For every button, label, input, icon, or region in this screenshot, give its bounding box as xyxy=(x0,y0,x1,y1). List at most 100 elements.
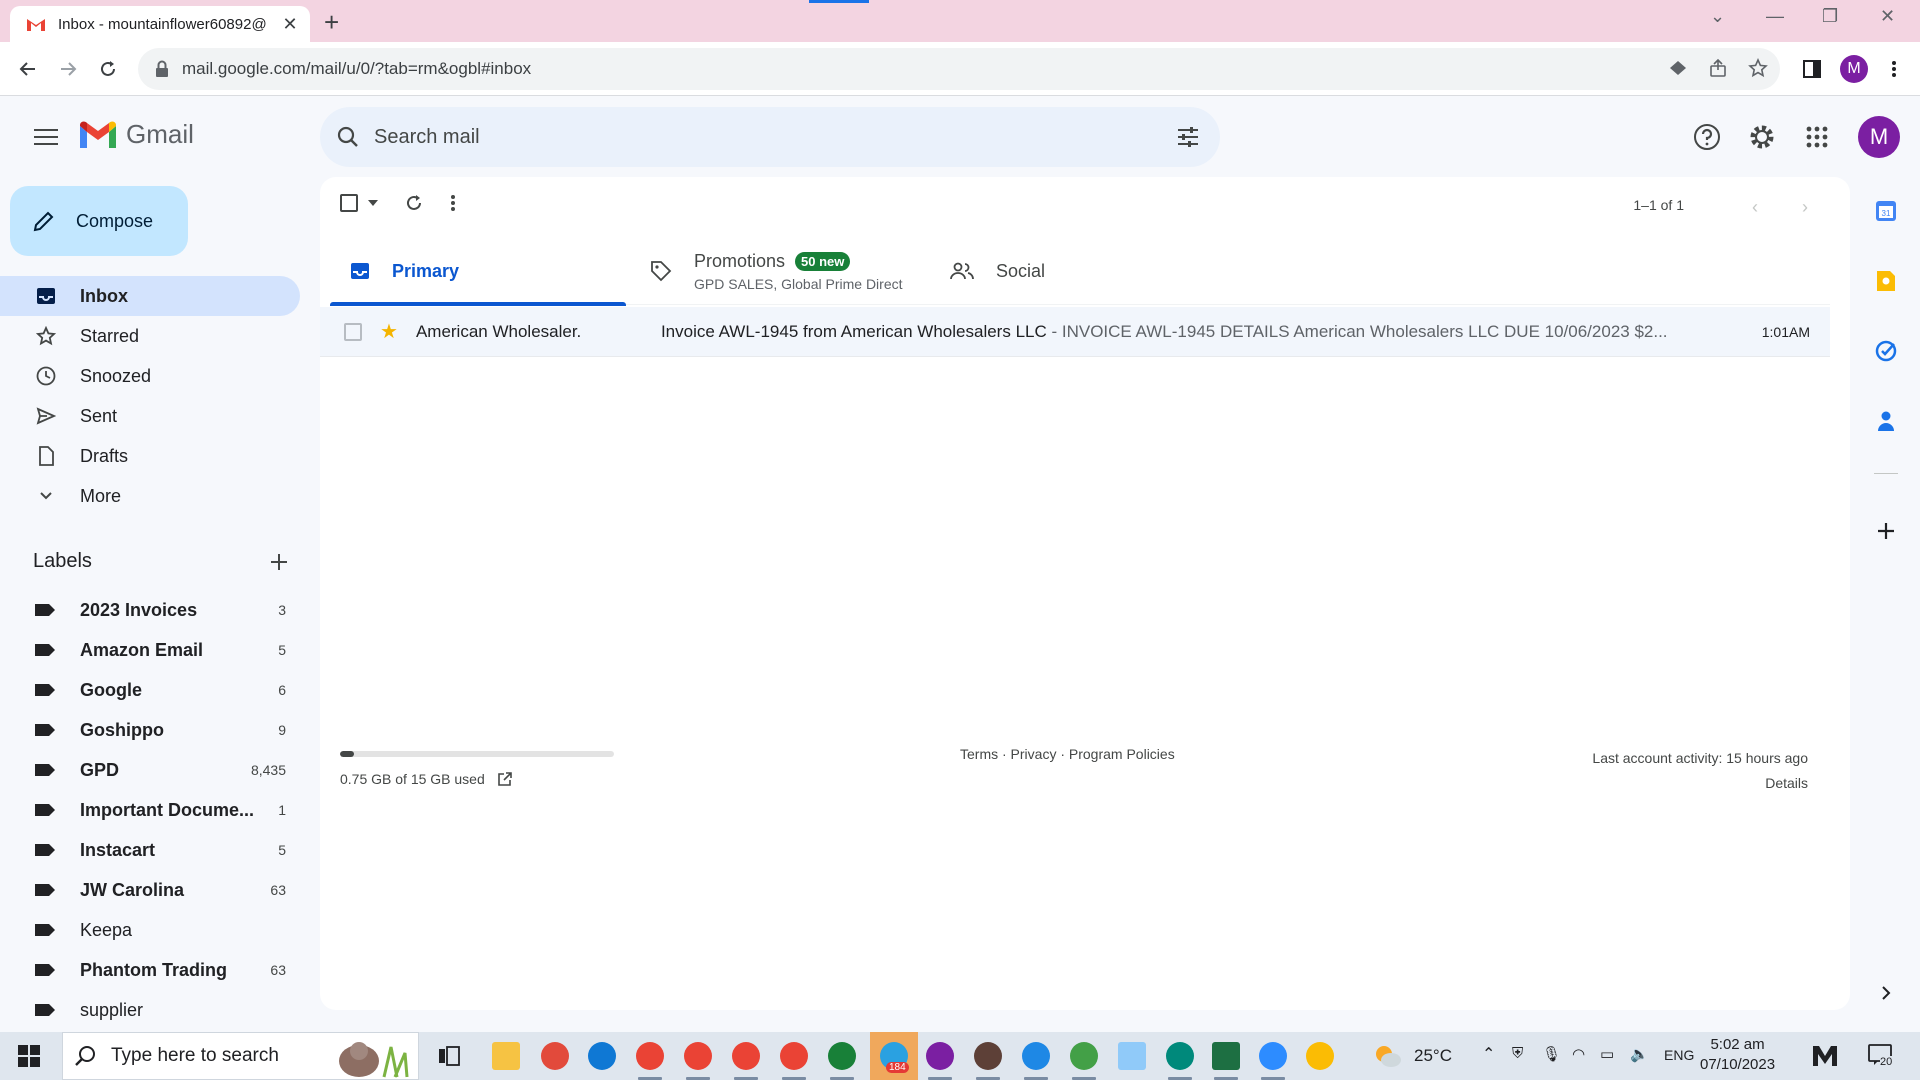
browser-menu-button[interactable] xyxy=(1880,55,1908,83)
meet-now-logo-icon[interactable] xyxy=(1812,1044,1838,1068)
tasks-app-icon[interactable] xyxy=(1872,337,1900,365)
chrome-profile-icon[interactable] xyxy=(974,1042,1002,1070)
restore-window-button[interactable]: ❐ xyxy=(1822,6,1838,27)
label-item[interactable]: supplier xyxy=(0,990,300,1030)
weather-cloud-icon[interactable] xyxy=(1374,1043,1402,1069)
sidebar-item-drafts[interactable]: Drafts xyxy=(0,436,300,476)
wifi-icon[interactable]: ◠ xyxy=(1572,1045,1585,1063)
main-menu-button[interactable] xyxy=(28,119,64,155)
chrome-icon[interactable] xyxy=(1306,1042,1334,1070)
google-apps-button[interactable] xyxy=(1797,117,1837,157)
tab-social[interactable]: Social xyxy=(930,237,1230,305)
get-addons-plus-icon[interactable] xyxy=(1872,517,1900,545)
browser-tab-strip: Inbox - mountainflower60892@ ✕ + ⌄ — ❐ ✕ xyxy=(0,0,1920,42)
notepad-icon[interactable] xyxy=(1118,1042,1146,1070)
chrome-profile-icon[interactable] xyxy=(732,1042,760,1070)
battery-icon[interactable]: ▭ xyxy=(1600,1045,1614,1063)
taskbar-clock[interactable]: 5:02 am 07/10/2023 xyxy=(1700,1035,1775,1075)
newer-page-chevron-left-icon[interactable]: ‹ xyxy=(1752,197,1758,218)
refresh-icon[interactable] xyxy=(404,193,424,213)
label-item[interactable]: 2023 Invoices 3 xyxy=(0,590,300,630)
address-bar[interactable]: mail.google.com/mail/u/0/?tab=rm&ogbl#in… xyxy=(138,48,1780,90)
settings-button[interactable] xyxy=(1742,117,1782,157)
reload-button[interactable] xyxy=(94,55,122,83)
label-item[interactable]: Instacart 5 xyxy=(0,830,300,870)
chrome-profile-icon[interactable] xyxy=(684,1042,712,1070)
label-item[interactable]: Phantom Trading 63 xyxy=(0,950,300,990)
side-panel-button[interactable] xyxy=(1798,55,1826,83)
chrome-profile-icon[interactable] xyxy=(1166,1042,1194,1070)
label-item[interactable]: JW Carolina 63 xyxy=(0,870,300,910)
tab-promotions[interactable]: Promotions 50 new GPD SALES, Global Prim… xyxy=(630,237,930,305)
label-item[interactable]: Important Docume... 1 xyxy=(0,790,300,830)
input-language[interactable]: ENG xyxy=(1664,1047,1694,1063)
gmail-logo[interactable]: Gmail xyxy=(78,119,194,150)
footer-links[interactable]: Terms · Privacy · Program Policies xyxy=(960,746,1175,762)
chrome-profile-icon[interactable] xyxy=(1022,1042,1050,1070)
create-label-plus-icon[interactable] xyxy=(270,553,288,571)
microphone-icon[interactable]: 🎙 xyxy=(1542,1045,1561,1063)
show-side-panel-chevron-icon[interactable] xyxy=(1872,979,1900,1007)
calendar-app-icon[interactable]: 31 xyxy=(1872,197,1900,225)
new-tab-button[interactable]: + xyxy=(324,7,339,38)
browser-tab-inbox[interactable]: Inbox - mountainflower60892@ ✕ xyxy=(10,6,310,42)
sidebar-item-starred[interactable]: Starred xyxy=(0,316,300,356)
contacts-app-icon[interactable] xyxy=(1872,407,1900,435)
sidebar-item-snoozed[interactable]: Snoozed xyxy=(0,356,300,396)
label-item[interactable]: Amazon Email 5 xyxy=(0,630,300,670)
email-select-checkbox[interactable] xyxy=(344,322,362,341)
weather-temperature[interactable]: 25°C xyxy=(1414,1046,1452,1066)
bookmark-star-icon[interactable] xyxy=(1748,58,1768,78)
close-tab-icon[interactable]: ✕ xyxy=(280,14,300,35)
email-row[interactable]: ★ American Wholesaler. Invoice AWL-1945 … xyxy=(320,307,1830,357)
tab-search-chevron-icon[interactable]: ⌄ xyxy=(1710,6,1725,27)
minimize-window-button[interactable]: — xyxy=(1766,6,1784,27)
task-view-icon[interactable] xyxy=(438,1045,460,1067)
windows-start-icon[interactable] xyxy=(18,1045,40,1067)
keep-app-icon[interactable] xyxy=(1872,267,1900,295)
back-button[interactable] xyxy=(14,55,42,83)
sidebar-item-more[interactable]: More xyxy=(0,476,300,516)
tray-chevron-up-icon[interactable]: ⌃ xyxy=(1482,1044,1495,1064)
edge-browser-icon[interactable] xyxy=(588,1042,616,1070)
activity-details-link[interactable]: Details xyxy=(1592,771,1808,796)
caret-down-icon[interactable] xyxy=(368,200,378,206)
sidebar-item-sent[interactable]: Sent xyxy=(0,396,300,436)
chrome-profile-icon[interactable] xyxy=(828,1042,856,1070)
search-options-icon[interactable] xyxy=(1176,125,1200,149)
more-actions-icon[interactable] xyxy=(450,194,456,212)
search-input[interactable] xyxy=(374,125,1134,149)
label-item[interactable]: Goshippo 9 xyxy=(0,710,300,750)
file-explorer-icon[interactable] xyxy=(492,1042,520,1070)
search-bar[interactable] xyxy=(320,107,1220,167)
close-window-button[interactable]: ✕ xyxy=(1880,6,1895,27)
browser-profile-avatar[interactable]: M xyxy=(1840,55,1868,83)
account-avatar[interactable]: M xyxy=(1858,116,1900,158)
label-item[interactable]: Google 6 xyxy=(0,670,300,710)
share-icon[interactable] xyxy=(1708,58,1728,78)
pinned-app-icon[interactable] xyxy=(541,1042,569,1070)
security-shield-icon[interactable]: ⛨ xyxy=(1512,1045,1523,1062)
forward-button[interactable] xyxy=(54,55,82,83)
select-all-checkbox[interactable] xyxy=(340,194,378,212)
sidebar-item-inbox[interactable]: Inbox xyxy=(0,276,300,316)
star-filled-icon[interactable]: ★ xyxy=(380,319,398,344)
chrome-profile-icon[interactable] xyxy=(636,1042,664,1070)
compose-button[interactable]: Compose xyxy=(10,186,188,256)
external-link-icon[interactable] xyxy=(497,771,513,787)
excel-icon[interactable] xyxy=(1212,1042,1240,1070)
volume-icon[interactable]: 🔈 xyxy=(1630,1045,1649,1063)
older-page-chevron-right-icon[interactable]: › xyxy=(1802,197,1808,218)
lock-icon[interactable] xyxy=(152,60,172,78)
zoom-icon[interactable] xyxy=(1259,1042,1287,1070)
search-icon[interactable] xyxy=(336,125,360,149)
eye-slash-icon[interactable] xyxy=(1668,58,1688,78)
tab-primary[interactable]: Primary xyxy=(330,237,630,306)
chrome-profile-icon[interactable] xyxy=(926,1042,954,1070)
chrome-profile-icon[interactable] xyxy=(1070,1042,1098,1070)
taskbar-search-box[interactable]: Type here to search xyxy=(62,1032,419,1080)
label-item[interactable]: Keepa xyxy=(0,910,300,950)
chrome-profile-icon[interactable] xyxy=(780,1042,808,1070)
support-button[interactable] xyxy=(1687,117,1727,157)
label-item[interactable]: GPD 8,435 xyxy=(0,750,300,790)
